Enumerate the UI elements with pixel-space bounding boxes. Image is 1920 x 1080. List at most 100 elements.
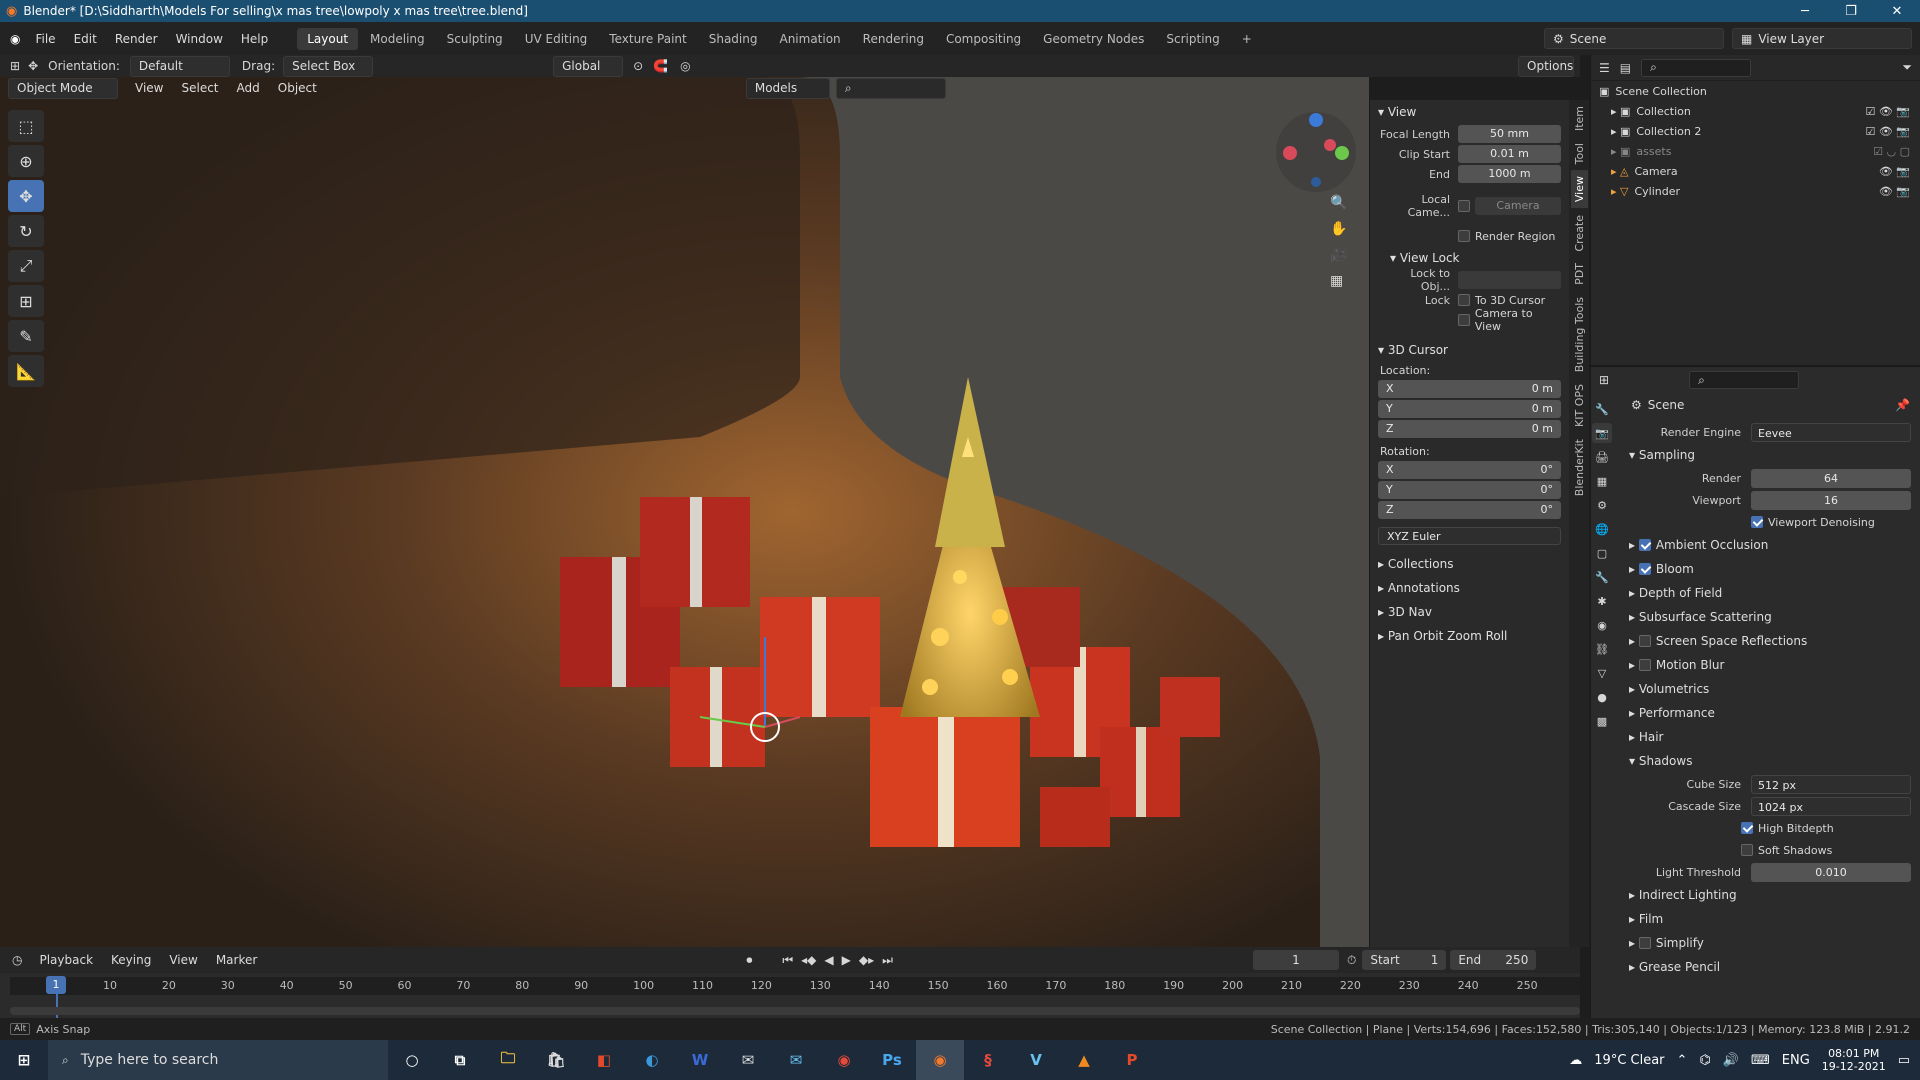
menu-file[interactable]: File: [26, 32, 64, 46]
render-samples-field[interactable]: 64: [1751, 468, 1911, 488]
transform-orientation-dropdown[interactable]: Global: [553, 55, 624, 77]
outliner-row-assets[interactable]: ▸ ▣ assets ☑ ◡ ▢: [1591, 141, 1920, 161]
proportional-edit-icon[interactable]: ◎: [680, 59, 690, 73]
tab-view[interactable]: View: [1570, 170, 1588, 209]
outliner-row-cylinder[interactable]: ▸ ▽ Cylinder 👁 📷: [1591, 181, 1920, 201]
play-icon[interactable]: ▶: [842, 953, 851, 968]
vectary-icon[interactable]: V: [1012, 1040, 1060, 1080]
tab-building-tools[interactable]: Building Tools: [1571, 291, 1588, 378]
viewport-menu-object[interactable]: Object: [269, 81, 326, 95]
filter-icon[interactable]: ⏷: [1902, 60, 1912, 75]
photoshop-icon[interactable]: Ps: [868, 1040, 916, 1080]
texture-tab-icon[interactable]: ▩: [1592, 711, 1612, 731]
3d-nav-header[interactable]: ▸ 3D Nav: [1370, 600, 1569, 624]
pan-orbit-zoom-roll-header[interactable]: ▸ Pan Orbit Zoom Roll: [1370, 624, 1569, 648]
physics-tab-icon[interactable]: ◉: [1592, 615, 1612, 635]
volume-icon[interactable]: 🔊: [1723, 1053, 1739, 1068]
office-icon[interactable]: ◧: [580, 1040, 628, 1080]
tray-chevron-icon[interactable]: ⌃: [1677, 1053, 1688, 1068]
weather-text[interactable]: 19°C Clear: [1594, 1053, 1664, 1068]
cursor-rotation-x[interactable]: X 0°: [1378, 461, 1561, 479]
tab-modeling[interactable]: Modeling: [360, 28, 435, 50]
motion-blur-checkbox[interactable]: [1638, 659, 1651, 671]
vlc-icon[interactable]: ▲: [1060, 1040, 1108, 1080]
focal-length-field[interactable]: 50 mm: [1458, 125, 1561, 143]
tab-shading[interactable]: Shading: [699, 28, 768, 50]
object-tab-icon[interactable]: ▢: [1592, 543, 1612, 563]
network-icon[interactable]: ⌬: [1699, 1053, 1710, 1068]
ortho-grid-icon[interactable]: ▦: [1330, 273, 1347, 289]
timeline-menu-playback[interactable]: Playback: [30, 953, 102, 967]
orientation-dropdown[interactable]: Default: [129, 55, 230, 77]
output-tab-icon[interactable]: 🖨: [1592, 447, 1612, 467]
subsurface-scattering-header[interactable]: ▸ Subsurface Scattering: [1591, 605, 1920, 629]
shadows-header[interactable]: ▾ Shadows: [1591, 749, 1920, 773]
volumetrics-header[interactable]: ▸ Volumetrics: [1591, 677, 1920, 701]
viewport-menu-select[interactable]: Select: [172, 81, 227, 95]
world-tab-icon[interactable]: 🌐: [1592, 519, 1612, 539]
mode-dropdown[interactable]: Object Mode: [8, 77, 118, 99]
outliner-row-collection[interactable]: ▸ ▣ Collection ☑ 👁 📷: [1591, 101, 1920, 121]
file-explorer-icon[interactable]: 🗀: [484, 1040, 532, 1080]
local-camera-field[interactable]: Camera: [1475, 197, 1561, 215]
outliner-row-collection-2[interactable]: ▸ ▣ Collection 2 ☑ 👁 📷: [1591, 121, 1920, 141]
ambient-occlusion-checkbox[interactable]: [1638, 539, 1651, 551]
clip-start-field[interactable]: 0.01 m: [1458, 145, 1561, 163]
rotate-tool-icon[interactable]: ↻: [8, 215, 44, 247]
tab-pdt[interactable]: PDT: [1571, 257, 1588, 291]
clip-end-field[interactable]: 1000 m: [1458, 165, 1561, 183]
tab-blenderkit[interactable]: BlenderKit: [1571, 433, 1588, 502]
visibility-eye-icon[interactable]: 👁 📷: [1879, 185, 1910, 198]
hair-header[interactable]: ▸ Hair: [1591, 725, 1920, 749]
properties-search[interactable]: ⌕: [1689, 371, 1800, 389]
indirect-lighting-header[interactable]: ▸ Indirect Lighting: [1591, 883, 1920, 907]
simplify-header[interactable]: ▸ Simplify: [1591, 931, 1920, 955]
drag-dropdown[interactable]: Select Box: [283, 55, 374, 77]
select-box-tool-icon[interactable]: ⬚: [8, 110, 44, 142]
bloom-header[interactable]: ▸ Bloom: [1591, 557, 1920, 581]
3d-viewport[interactable]: 🔍 ✋ 🎥 ▦ Object Mode View Select Add Obje…: [0, 77, 1369, 947]
menu-window[interactable]: Window: [167, 32, 232, 46]
soft-shadows-checkbox[interactable]: [1741, 844, 1753, 856]
visibility-eye-icon[interactable]: ☑ 👁 📷: [1865, 105, 1910, 118]
end-frame-field[interactable]: End 250: [1450, 950, 1537, 970]
tab-tool[interactable]: Tool: [1571, 137, 1588, 170]
task-view-icon[interactable]: ⧉: [436, 1040, 484, 1080]
transform-tool-icon[interactable]: ⊞: [8, 285, 44, 317]
view-layer-selector[interactable]: ▦ View Layer: [1732, 28, 1912, 49]
pan-hand-icon[interactable]: ✋: [1330, 221, 1347, 237]
ssr-checkbox[interactable]: [1638, 635, 1651, 647]
scale-tool-icon[interactable]: ⤢: [8, 250, 44, 282]
high-bitdepth-checkbox[interactable]: [1741, 822, 1753, 834]
sampling-header[interactable]: ▾ Sampling: [1591, 443, 1920, 467]
render-tab-icon[interactable]: 📷: [1592, 423, 1612, 443]
close-button[interactable]: ✕: [1874, 0, 1920, 22]
collections-header[interactable]: ▸ Collections: [1370, 552, 1569, 576]
models-search[interactable]: ⌕: [835, 77, 946, 99]
pivot-icon[interactable]: ⊙: [633, 59, 643, 73]
tab-layout[interactable]: Layout: [297, 27, 359, 50]
local-camera-checkbox[interactable]: [1458, 200, 1470, 212]
blender-taskbar-icon[interactable]: ◉: [916, 1040, 964, 1080]
render-region-checkbox[interactable]: [1458, 230, 1470, 242]
scene-tab-icon[interactable]: ⚙: [1592, 495, 1612, 515]
prev-keyframe-icon[interactable]: ◂◆: [801, 953, 816, 968]
3d-cursor-header[interactable]: ▾ 3D Cursor: [1370, 338, 1569, 362]
simplify-checkbox[interactable]: [1638, 937, 1651, 949]
visibility-eye-icon[interactable]: ☑ 👁 📷: [1865, 125, 1910, 138]
weather-icon[interactable]: ☁: [1569, 1053, 1582, 1068]
viewport-menu-add[interactable]: Add: [228, 81, 269, 95]
particles-tab-icon[interactable]: ✱: [1592, 591, 1612, 611]
taskbar-search[interactable]: ⌕ Type here to search: [48, 1040, 388, 1080]
record-icon[interactable]: ⏺: [746, 953, 752, 968]
language-indicator[interactable]: ENG: [1782, 1053, 1810, 1068]
timeline-menu-marker[interactable]: Marker: [207, 953, 266, 967]
navigation-gizmo[interactable]: [1276, 112, 1356, 192]
material-tab-icon[interactable]: ●: [1592, 687, 1612, 707]
move-tool-button[interactable]: ✥: [8, 180, 44, 212]
cube-size-dropdown[interactable]: 512 px: [1751, 774, 1911, 794]
keyboard-icon[interactable]: ⌨: [1751, 1053, 1770, 1068]
tab-sculpting[interactable]: Sculpting: [437, 28, 513, 50]
outliner-editor-icon[interactable]: ☰: [1599, 61, 1610, 75]
view-section-header[interactable]: ▾ View: [1370, 100, 1569, 124]
